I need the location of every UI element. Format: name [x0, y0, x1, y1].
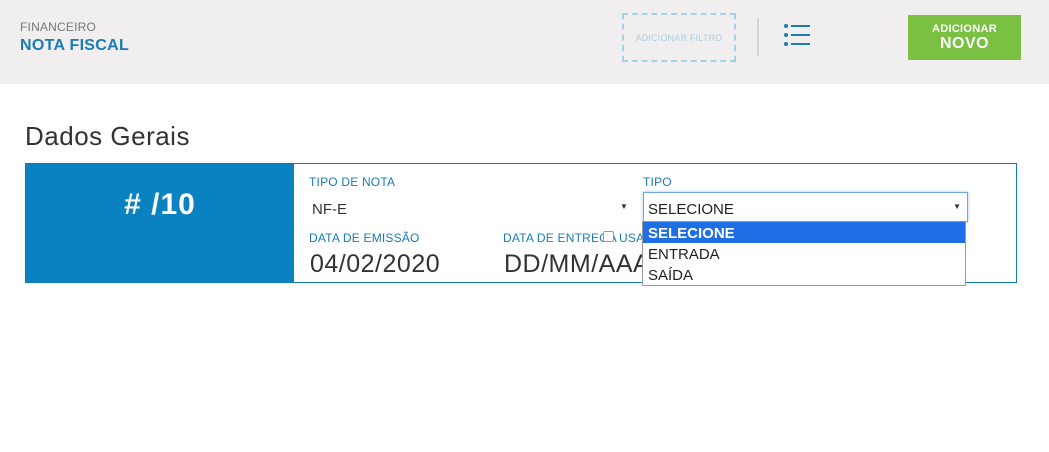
- add-new-button-label-main: NOVO: [939, 35, 990, 52]
- add-filter-button[interactable]: ADICIONAR FILTRO: [622, 13, 736, 62]
- tipo-nota-select[interactable]: NF-E: [312, 201, 347, 218]
- tipo-option-saida[interactable]: SAÍDA: [643, 264, 965, 285]
- tipo-dropdown-list: SELECIONE ENTRADA SAÍDA: [642, 221, 966, 286]
- usar-checkbox[interactable]: [603, 231, 614, 242]
- usar-checkbox-label: USAR: [619, 231, 643, 245]
- list-icon[interactable]: [782, 22, 812, 48]
- note-number-display: # /10: [26, 164, 294, 282]
- top-bar: FINANCEIRO NOTA FISCAL ADICIONAR FILTRO …: [0, 0, 1049, 84]
- tipo-select-value: SELECIONE: [648, 201, 734, 218]
- data-emissao-input[interactable]: 04/02/2020: [310, 250, 440, 279]
- tipo-nota-label: TIPO DE NOTA: [309, 175, 396, 189]
- caret-down-icon: ▼: [620, 202, 628, 211]
- tipo-label: TIPO: [643, 175, 672, 189]
- tipo-select[interactable]: SELECIONE ▼: [643, 192, 968, 222]
- data-emissao-label: DATA DE EMISSÃO: [309, 231, 420, 245]
- add-new-button[interactable]: ADICIONAR NOVO: [908, 15, 1021, 60]
- tipo-option-selecione[interactable]: SELECIONE: [643, 222, 965, 243]
- caret-down-icon: ▼: [953, 202, 961, 211]
- header-divider: [757, 18, 759, 56]
- tipo-option-entrada[interactable]: ENTRADA: [643, 243, 965, 264]
- add-new-button-label-top: ADICIONAR: [931, 23, 998, 35]
- page-title: NOTA FISCAL: [20, 37, 130, 54]
- section-title: Dados Gerais: [25, 121, 190, 151]
- data-entrega-label: DATA DE ENTREGA: [503, 231, 617, 245]
- data-entrega-input[interactable]: DD/MM/AAAA: [504, 250, 643, 279]
- breadcrumb-section: FINANCEIRO: [20, 20, 97, 34]
